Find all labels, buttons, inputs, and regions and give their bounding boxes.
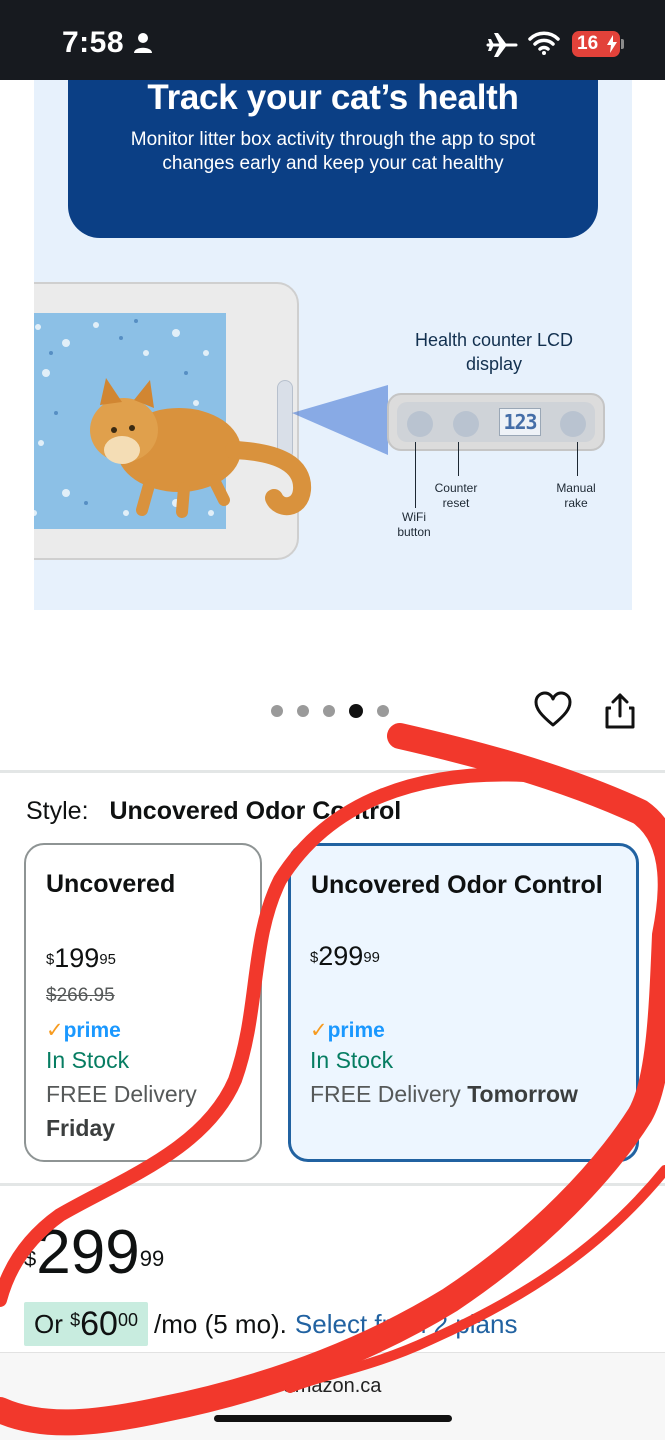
carousel-dot[interactable] <box>323 705 335 717</box>
wifi-button-icon <box>407 411 433 437</box>
cat-image <box>90 378 312 518</box>
leader-line <box>415 442 416 508</box>
image-banner: Track your cat’s health Monitor litter b… <box>68 80 598 238</box>
delivery-info: FREE Delivery Tomorrow <box>310 1077 630 1111</box>
delivery-text: FREE Delivery <box>46 1081 197 1107</box>
installment-cents: 00 <box>117 1309 138 1330</box>
delivery-text: FREE Delivery <box>310 1081 461 1107</box>
prime-label: prime <box>63 1019 121 1042</box>
carousel-dot[interactable] <box>297 705 309 717</box>
url-text[interactable]: amazon.ca <box>0 1375 665 1398</box>
prime-label: prime <box>327 1019 385 1042</box>
currency-symbol: $ <box>46 952 55 968</box>
installment-amount-pill: Or $60 00 <box>24 1302 148 1346</box>
status-bar: 7:58 16 <box>0 0 665 80</box>
banner-title: Track your cat’s health <box>147 80 519 117</box>
charging-bolt-icon <box>607 35 617 53</box>
currency-symbol: $ <box>70 1309 81 1330</box>
wifi-icon <box>528 31 560 55</box>
product-image[interactable]: Track your cat’s health Monitor litter b… <box>34 80 632 610</box>
style-selected-value: Uncovered Odor Control <box>109 797 402 825</box>
callout-title: Health counter LCD display <box>414 330 574 374</box>
lcd-screen: 123 <box>499 408 541 436</box>
select-plans-link[interactable]: Select from 2 plans <box>295 1309 518 1340</box>
leader-line <box>458 442 459 476</box>
style-row: Style: Uncovered Odor Control <box>26 797 401 826</box>
option-name: Uncovered <box>46 870 176 898</box>
lcd-panel-inner: 123 <box>397 402 595 442</box>
battery-indicator: 16 <box>572 31 620 57</box>
reset-button-icon <box>453 411 479 437</box>
prime-check-icon: ✓ <box>310 1019 328 1042</box>
heart-icon[interactable] <box>533 690 573 730</box>
prime-badge: ✓prime <box>46 1018 121 1043</box>
status-time: 7:58 <box>62 26 125 59</box>
prime-badge: ✓prime <box>310 1018 385 1043</box>
price-cents: 95 <box>99 952 116 968</box>
section-divider <box>0 770 665 773</box>
counter-reset-label: Counter reset <box>434 481 478 510</box>
carousel-dot[interactable] <box>271 705 283 717</box>
installment-offer: Or $60 00 /mo (5 mo). Select from 2 plans <box>24 1302 517 1346</box>
browser-url-bar[interactable]: amazon.ca <box>0 1352 665 1440</box>
leader-line <box>577 442 578 476</box>
manual-rake-label: Manual rake <box>556 481 596 510</box>
list-price: $266.95 <box>46 985 115 1006</box>
delivery-info: FREE Delivery Friday <box>46 1077 246 1145</box>
carousel-dots[interactable] <box>271 704 389 718</box>
price-cents: 99 <box>363 950 380 966</box>
price-whole: 299 <box>36 1218 140 1287</box>
stock-status: In Stock <box>310 1047 394 1073</box>
main-price: $29999 <box>24 1218 164 1288</box>
person-icon <box>134 33 152 53</box>
battery-tip <box>621 39 624 49</box>
price-cents: 99 <box>139 1246 165 1271</box>
option-price: $19995 <box>46 943 116 973</box>
rake-button-icon <box>560 411 586 437</box>
wifi-button-label: WiFi button <box>397 510 431 539</box>
prime-check-icon: ✓ <box>46 1019 64 1042</box>
price-whole: 299 <box>318 941 364 971</box>
style-option-uncovered-odor-control[interactable]: Uncovered Odor Control $29999 ✓prime In … <box>288 843 639 1162</box>
section-divider <box>0 1183 665 1186</box>
style-label: Style: <box>26 797 89 825</box>
carousel-dot[interactable] <box>377 705 389 717</box>
installment-term: /mo (5 mo). <box>154 1308 287 1339</box>
home-indicator[interactable] <box>214 1415 452 1422</box>
stock-status: In Stock <box>46 1047 130 1073</box>
delivery-day: Tomorrow <box>467 1081 578 1107</box>
airplane-icon <box>486 33 518 57</box>
installment-amount: 60 <box>80 1304 118 1343</box>
carousel-dot-active[interactable] <box>349 704 363 718</box>
delivery-day: Friday <box>46 1115 116 1141</box>
installment-prefix: Or <box>34 1308 63 1339</box>
option-name: Uncovered Odor Control <box>311 871 603 899</box>
style-option-uncovered[interactable]: Uncovered $19995 $266.95 ✓prime In Stock… <box>24 843 262 1162</box>
lcd-panel: 123 <box>387 393 605 451</box>
currency-symbol: $ <box>310 950 319 966</box>
price-whole: 199 <box>54 943 100 973</box>
option-price: $29999 <box>310 941 380 971</box>
banner-text: Monitor litter box activity through the … <box>130 129 536 174</box>
share-icon[interactable] <box>603 692 637 730</box>
currency-symbol: $ <box>24 1246 37 1271</box>
battery-level: 16 <box>577 33 599 54</box>
